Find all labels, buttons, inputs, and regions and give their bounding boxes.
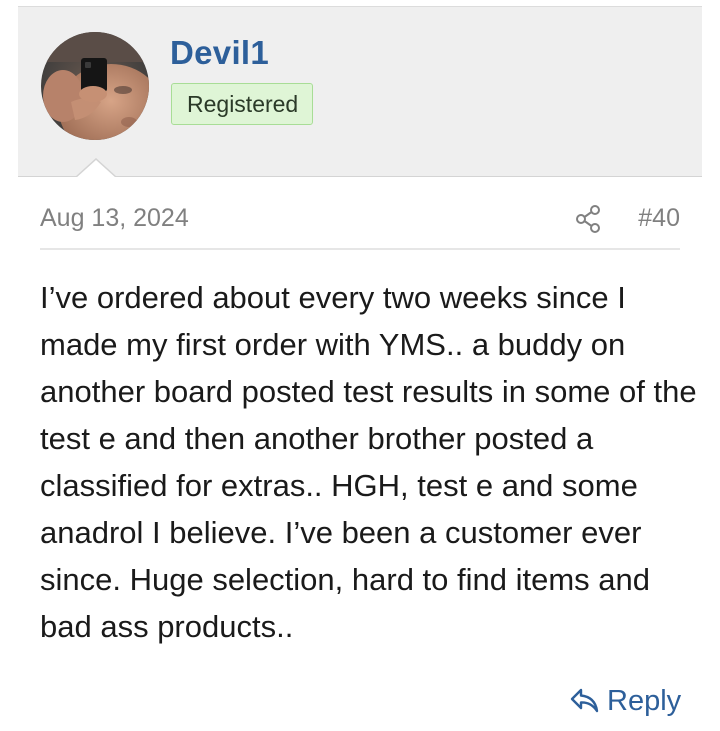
reply-button[interactable]: Reply xyxy=(569,680,681,722)
post-number[interactable]: #40 xyxy=(638,204,680,233)
forum-post: Devil1 Registered Aug 13, 2024 #40 I’ve … xyxy=(18,6,702,731)
post-meta-bar: Aug 13, 2024 #40 xyxy=(40,196,680,250)
post-date[interactable]: Aug 13, 2024 xyxy=(40,204,189,233)
post-body: I’ve ordered about every two weeks since… xyxy=(40,280,697,644)
reply-label: Reply xyxy=(607,684,682,717)
share-icon[interactable] xyxy=(574,204,604,234)
user-header: Devil1 Registered xyxy=(18,6,702,177)
username[interactable]: Devil1 xyxy=(170,34,269,72)
user-role-badge: Registered xyxy=(171,83,314,125)
avatar[interactable] xyxy=(41,32,149,140)
header-pointer xyxy=(76,160,116,178)
avatar-image xyxy=(41,32,149,140)
reply-arrow-icon xyxy=(570,688,599,713)
